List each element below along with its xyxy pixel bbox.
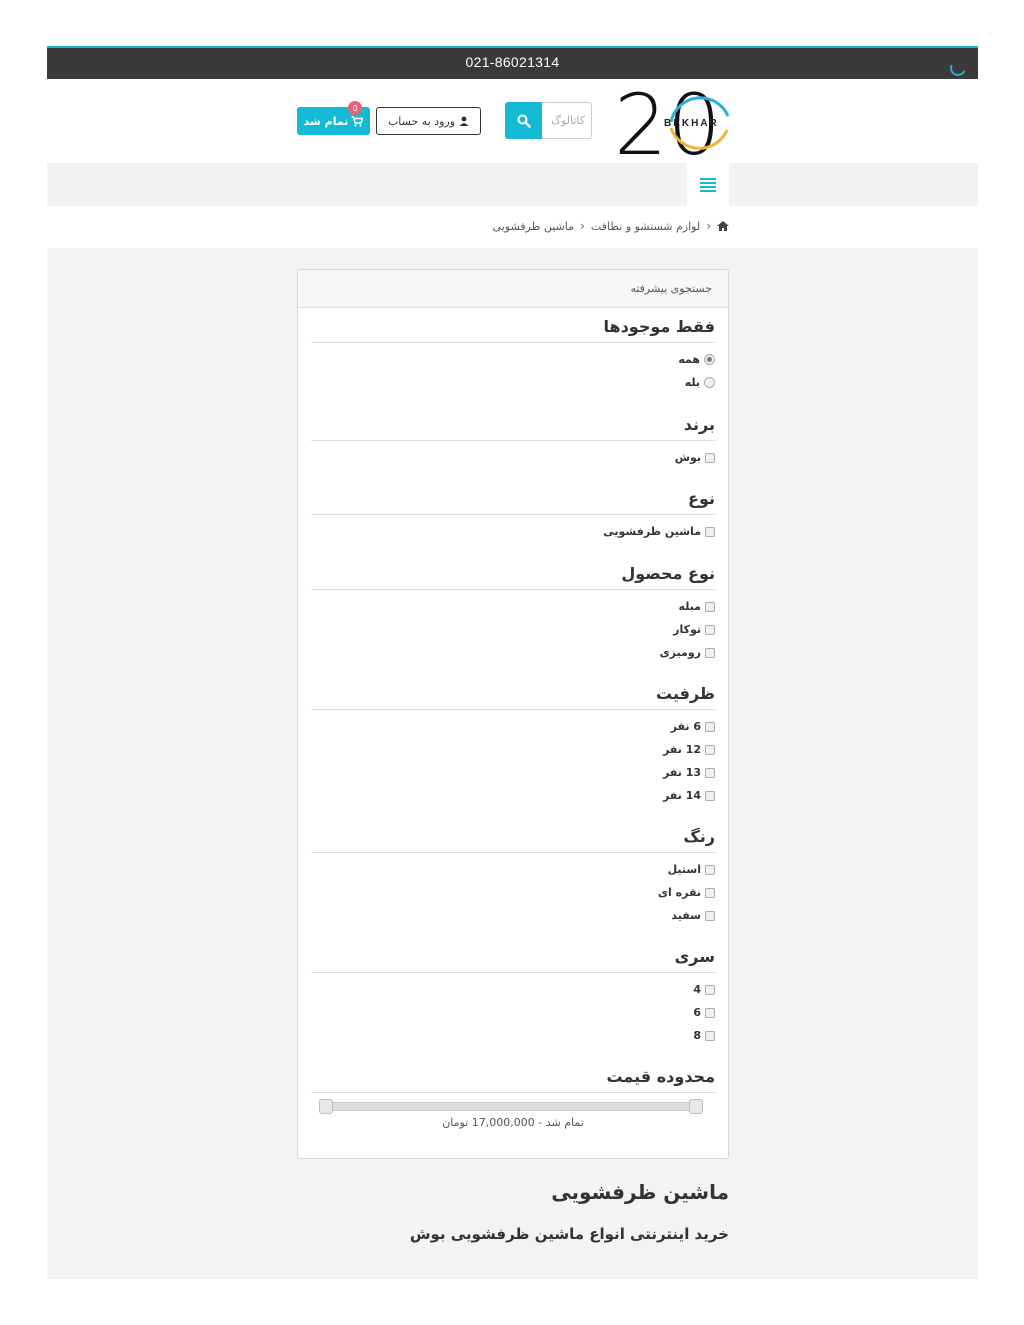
filter-title-capacity: ظرفیت — [311, 685, 715, 710]
checkbox[interactable] — [705, 864, 715, 875]
option-label: رومیزی — [659, 646, 701, 659]
filter-option-color[interactable]: سفید — [311, 904, 715, 927]
checkbox[interactable] — [705, 601, 715, 612]
hamburger-menu-icon — [700, 177, 716, 192]
filter-group-series: سری 4 6 8 — [311, 948, 715, 1047]
filter-group-color: رنگ استیل نقره ای سفید — [311, 828, 715, 927]
filter-option-capacity[interactable]: 6 نفر — [311, 715, 715, 738]
filter-title-brand: برند — [311, 416, 715, 441]
checkbox[interactable] — [705, 984, 715, 995]
filter-option-series[interactable]: 4 — [311, 978, 715, 1001]
filter-option-product-type[interactable]: مبله — [311, 595, 715, 618]
option-label: 6 نفر — [670, 720, 701, 733]
option-label: 4 — [693, 983, 701, 996]
cart-label: تمام شد — [303, 114, 349, 128]
filter-option-stock-all[interactable]: همه — [311, 348, 715, 371]
checkbox[interactable] — [705, 790, 715, 801]
filter-option-capacity[interactable]: 12 نفر — [311, 738, 715, 761]
option-label: 6 — [693, 1006, 701, 1019]
filter-option-series[interactable]: 8 — [311, 1024, 715, 1047]
top-bar: 021-86021314 — [47, 46, 978, 79]
login-label: ورود به حساب — [387, 114, 456, 128]
search-input[interactable] — [541, 102, 592, 139]
filter-option-stock-yes[interactable]: بله — [311, 371, 715, 394]
filter-title-series: سری — [311, 948, 715, 973]
login-button[interactable]: ورود به حساب — [376, 107, 481, 135]
option-label: بوش — [674, 451, 701, 464]
filter-title-stock: فقط موجودها — [311, 318, 715, 343]
checkbox[interactable] — [705, 767, 715, 778]
filter-option-capacity[interactable]: 13 نفر — [311, 761, 715, 784]
filter-group-stock: فقط موجودها همه بله — [311, 318, 715, 394]
filter-option-type[interactable]: ماشین ظرفشویی — [311, 520, 715, 543]
home-icon[interactable] — [717, 221, 729, 231]
filter-option-color[interactable]: استیل — [311, 858, 715, 881]
checkbox[interactable] — [705, 647, 715, 658]
filter-group-brand: برند بوش — [311, 416, 715, 469]
option-label: نقره ای — [657, 886, 701, 899]
search-button[interactable] — [505, 102, 542, 139]
panel-title: جستجوی پیشرفته — [298, 270, 728, 308]
option-label: مبله — [678, 600, 701, 613]
search-form — [505, 102, 592, 139]
filter-group-product-type: نوع محصول مبله توکار رومیزی — [311, 565, 715, 664]
filter-title-color: رنگ — [311, 828, 715, 853]
radio-button[interactable] — [704, 377, 715, 388]
breadcrumb-separator: ‹ — [580, 219, 585, 233]
option-label: سفید — [671, 909, 701, 922]
checkbox[interactable] — [705, 910, 715, 921]
option-label: همه — [678, 353, 700, 366]
option-label: ماشین ظرفشویی — [603, 525, 701, 538]
breadcrumb-separator: ‹ — [706, 219, 711, 233]
logo-text: BEKHAR — [664, 118, 719, 129]
filter-title-price: محدوده قیمت — [311, 1068, 715, 1093]
filter-group-price: محدوده قیمت — [311, 1068, 715, 1093]
option-label: 13 نفر — [662, 766, 701, 779]
checkbox[interactable] — [705, 744, 715, 755]
price-slider[interactable] — [319, 1099, 703, 1114]
option-label: 14 نفر — [662, 789, 701, 802]
filter-option-color[interactable]: نقره ای — [311, 881, 715, 904]
breadcrumb-item-category[interactable]: لوازم شستشو و نظافت — [591, 220, 700, 233]
breadcrumb: ‹ لوازم شستشو و نظافت ‹ ماشین ظرفشویی — [493, 219, 729, 233]
option-label: توکار — [673, 623, 701, 636]
filter-option-brand[interactable]: بوش — [311, 446, 715, 469]
menu-toggle-button[interactable] — [687, 163, 729, 206]
checkbox[interactable] — [705, 452, 715, 463]
option-label: 12 نفر — [662, 743, 701, 756]
filter-group-capacity: ظرفیت 6 نفر 12 نفر 13 نفر 14 نفر — [311, 685, 715, 807]
option-label: استیل — [667, 863, 701, 876]
filter-title-type: نوع — [311, 490, 715, 515]
price-slider-max-handle[interactable] — [689, 1099, 703, 1114]
cart-icon — [351, 115, 364, 127]
checkbox[interactable] — [705, 721, 715, 732]
cart-count-badge: 0 — [348, 101, 362, 115]
breadcrumb-item-current: ماشین ظرفشویی — [492, 219, 575, 233]
checkbox[interactable] — [705, 1030, 715, 1041]
checkbox[interactable] — [705, 1007, 715, 1018]
site-logo[interactable]: 20 BEKHAR — [614, 86, 732, 158]
search-icon — [517, 114, 531, 128]
radio-button[interactable] — [704, 354, 715, 365]
filter-group-type: نوع ماشین ظرفشویی — [311, 490, 715, 543]
filter-option-product-type[interactable]: رومیزی — [311, 641, 715, 664]
option-label: 8 — [693, 1029, 701, 1042]
checkbox[interactable] — [705, 624, 715, 635]
filter-option-product-type[interactable]: توکار — [311, 618, 715, 641]
option-label: بله — [684, 376, 700, 389]
category-description: خرید اینترنتی انواع ماشین ظرفشویی بوش — [409, 1225, 729, 1243]
filter-title-product-type: نوع محصول — [311, 565, 715, 590]
main-navbar — [47, 163, 978, 206]
price-range-text: تمام شد - 17,000,000 تومان — [442, 1116, 584, 1129]
cart-button[interactable]: تمام شد 0 — [297, 101, 370, 135]
checkbox[interactable] — [705, 526, 715, 537]
filter-option-capacity[interactable]: 14 نفر — [311, 784, 715, 807]
checkbox[interactable] — [705, 887, 715, 898]
phone-number[interactable]: 021-86021314 — [47, 54, 978, 70]
filter-option-series[interactable]: 6 — [311, 1001, 715, 1024]
price-slider-min-handle[interactable] — [319, 1099, 333, 1114]
user-icon — [459, 116, 469, 126]
category-title: ماشین ظرفشویی — [551, 1180, 729, 1204]
advanced-search-panel: جستجوی پیشرفته فقط موجودها همه بله برند … — [297, 269, 729, 1159]
